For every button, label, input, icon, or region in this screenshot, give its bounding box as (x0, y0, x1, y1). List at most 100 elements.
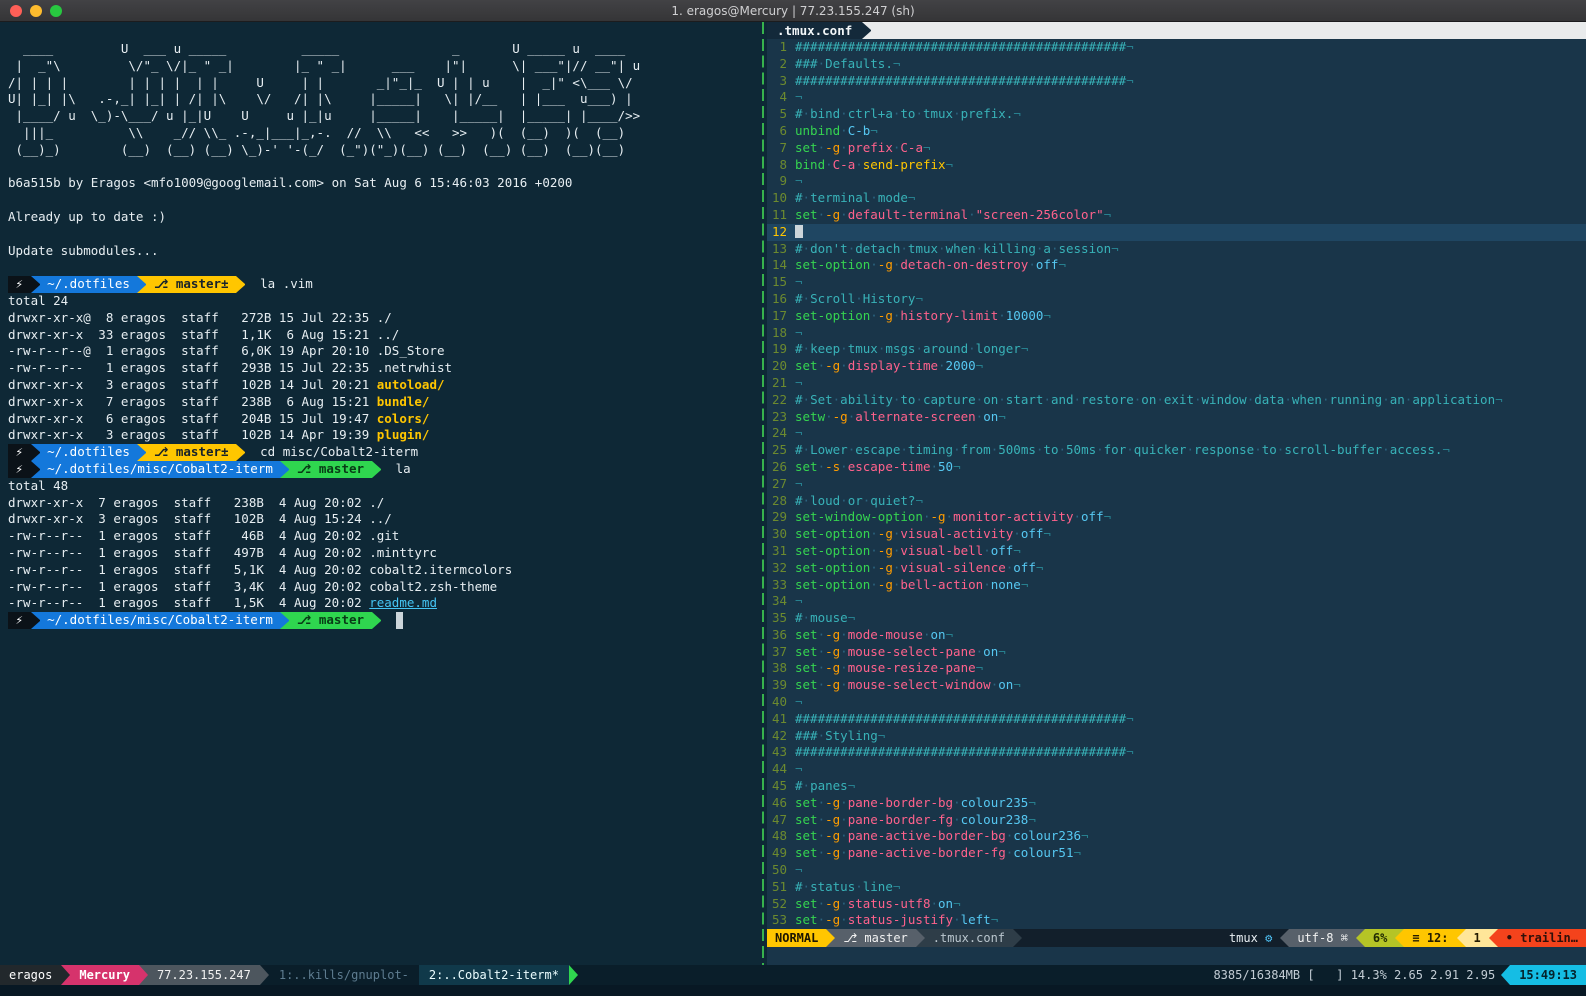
line-number: 46 (767, 795, 795, 812)
powerline-separator-icon (31, 276, 40, 293)
vim-line: 45#·panes¬ (767, 778, 1586, 795)
eol-marker: ¬ (893, 879, 901, 894)
line-number: 8 (767, 157, 795, 174)
eol-marker: ¬ (1126, 711, 1134, 726)
vim-line: 30set-option·-g·visual-activity·off¬ (767, 526, 1586, 543)
powerline-separator-icon (31, 612, 40, 629)
vim-line: 48set·-g·pane-active-border-bg·colour236… (767, 828, 1586, 845)
vim-line: 15¬ (767, 274, 1586, 291)
eol-marker: ¬ (878, 728, 886, 743)
tmux-window-2-active[interactable]: 2:..Cobalt2-iterm* (419, 965, 569, 985)
tmux-system-stats: 8385/16384MB [ ] 14.3% 2.65 2.91 2.95 (1213, 965, 1501, 985)
powerline-separator-icon (61, 965, 70, 985)
powerline-separator-icon (1356, 929, 1365, 947)
line-number: 3 (767, 73, 795, 90)
terminal-line: Already up to date :) (8, 209, 760, 226)
powerline-separator-icon (139, 965, 148, 985)
eol-marker: ¬ (1126, 73, 1134, 88)
terminal-main: ____ U ___ u _____ _____ _ U _____ u ___… (0, 22, 1586, 965)
eol-marker: ¬ (915, 493, 923, 508)
powerline-separator-icon (236, 276, 245, 293)
vim-line: 44¬ (767, 761, 1586, 778)
gear-icon: ⚙ (1265, 931, 1272, 945)
statusline-percent: 6% (1365, 929, 1395, 947)
vim-line: 2###·Defaults.¬ (767, 56, 1586, 73)
vim-line: 37set·-g·mouse-select-pane·on¬ (767, 644, 1586, 661)
apple-icon: ⌘ (1341, 931, 1348, 945)
powerline-separator-icon (862, 22, 871, 39)
eol-marker: ¬ (923, 140, 931, 155)
line-number: 13 (767, 241, 795, 258)
powerline-separator-icon (1280, 929, 1289, 947)
eol-marker: ¬ (953, 459, 961, 474)
line-number: 1 (767, 39, 795, 56)
tmux-pane-divider[interactable] (760, 22, 767, 965)
line-number: 24 (767, 425, 795, 442)
eol-marker: ¬ (976, 358, 984, 373)
powerline-separator-icon (1013, 929, 1022, 947)
eol-marker: ¬ (946, 627, 954, 642)
eol-marker: ¬ (908, 190, 916, 205)
statusline-column-number: 1 (1466, 929, 1489, 947)
eol-marker: ¬ (1028, 812, 1036, 827)
terminal-line: -rw-r--r-- 1 eragos staff 1,5K 4 Aug 20:… (8, 595, 760, 612)
terminal-line: drwxr-xr-x 3 eragos staff 102B 14 Jul 20… (8, 377, 760, 394)
tmux-window-1[interactable]: 1:..kills/gnuplot- (269, 965, 419, 985)
powerline-separator-icon (1457, 929, 1466, 947)
vim-line: 5#·bind·ctrl+a·to·tmux·prefix.¬ (767, 106, 1586, 123)
vim-line: 33set-option·-g·bell-action·none¬ (767, 577, 1586, 594)
line-number: 14 (767, 257, 795, 274)
tmux-status-bar: eragos Mercury 77.23.155.247 1:..kills/g… (0, 965, 1586, 985)
terminal-line: -rw-r--r-- 1 eragos staff 46B 4 Aug 20:0… (8, 528, 760, 545)
vim-line: 22#·Set·ability·to·capture·on·start·and·… (767, 392, 1586, 409)
powerline-separator-icon (137, 444, 146, 461)
terminal-line: drwxr-xr-x 7 eragos staff 238B 4 Aug 20:… (8, 495, 760, 512)
vim-buffer[interactable]: 1#######################################… (767, 39, 1586, 929)
zoom-button[interactable] (50, 5, 62, 17)
vim-line: 16#·Scroll·History¬ (767, 291, 1586, 308)
vim-line: 46set·-g·pane-border-bg·colour235¬ (767, 795, 1586, 812)
eol-marker: ¬ (795, 476, 803, 491)
powerline-separator-icon (372, 461, 381, 478)
powerline-separator-icon (280, 612, 289, 629)
eol-marker: ¬ (998, 409, 1006, 424)
close-button[interactable] (10, 5, 22, 17)
vim-cursor (795, 225, 803, 238)
vim-line: 31set-option·-g·visual-bell·off¬ (767, 543, 1586, 560)
eol-marker: ¬ (1126, 39, 1134, 54)
terminal-line: -rw-r--r-- 1 eragos staff 5,1K 4 Aug 20:… (8, 562, 760, 579)
eol-marker: ¬ (795, 761, 803, 776)
git-branch-segment: ⎇ master (835, 929, 915, 947)
eol-marker: ¬ (795, 593, 803, 608)
powerline-separator-icon (280, 461, 289, 478)
vim-line: 8bind·C-a·send-prefix¬ (767, 157, 1586, 174)
vim-line: 38set·-g·mouse-resize-pane¬ (767, 660, 1586, 677)
shell-pane[interactable]: ____ U ___ u _____ _____ _ U _____ u ___… (0, 22, 760, 965)
line-number: 21 (767, 375, 795, 392)
terminal-line (8, 192, 760, 209)
line-number: 44 (767, 761, 795, 778)
lines-icon: ≡ (1412, 931, 1419, 945)
vim-line-current: 12 (767, 224, 1586, 241)
statusline-line-number: ≡ 12: (1404, 929, 1456, 947)
vim-pane[interactable]: .tmux.conf 1############################… (767, 22, 1586, 965)
eol-marker: ¬ (1111, 241, 1119, 256)
terminal-line: Update submodules... (8, 243, 760, 260)
minimize-button[interactable] (30, 5, 42, 17)
titlebar: 1. eragos@Mercury | 77.23.155.247 (sh) (0, 0, 1586, 22)
vim-line: 20set·-g·display-time·2000¬ (767, 358, 1586, 375)
line-number: 4 (767, 89, 795, 106)
eol-marker: ¬ (1442, 442, 1450, 457)
line-number: 50 (767, 862, 795, 879)
vim-line: 28#·loud·or·quiet?¬ (767, 493, 1586, 510)
terminal-line: drwxr-xr-x 33 eragos staff 1,1K 6 Aug 15… (8, 327, 760, 344)
line-number: 5 (767, 106, 795, 123)
line-number: 18 (767, 325, 795, 342)
line-number: 43 (767, 744, 795, 761)
powerline-separator-icon (236, 444, 245, 461)
statusline-spacer (1022, 929, 1221, 947)
tabline-active-buffer[interactable]: .tmux.conf (767, 22, 862, 39)
tmux-ip-segment: 77.23.155.247 (148, 965, 260, 985)
line-number: 35 (767, 610, 795, 627)
line-number: 40 (767, 694, 795, 711)
